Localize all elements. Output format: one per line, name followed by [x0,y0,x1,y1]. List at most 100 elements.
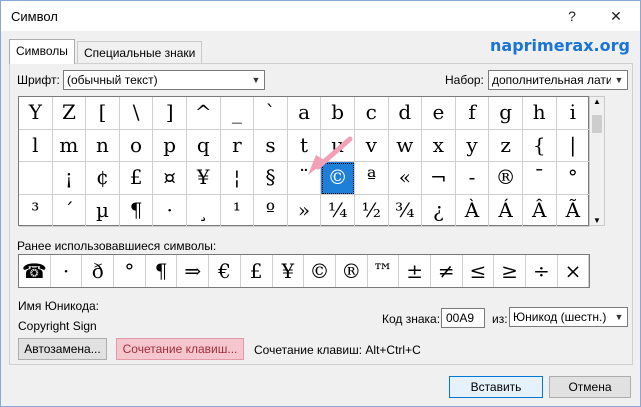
symbol-cell[interactable]: ¾ [388,194,423,227]
recent-symbol-cell[interactable]: ≥ [494,255,526,287]
symbol-cell[interactable]: f [455,97,490,130]
symbol-cell[interactable]: c [354,97,389,130]
symbol-cell[interactable]: ° [556,162,591,195]
symbol-cell[interactable]: ¡ [52,162,87,195]
recent-symbol-cell[interactable]: ☎ [19,255,51,287]
scroll-thumb[interactable] [592,115,602,133]
symbol-cell[interactable]: ½ [354,194,389,227]
symbol-cell[interactable] [19,162,53,195]
symbol-cell[interactable]: v [354,129,389,162]
symbol-cell[interactable]: w [388,129,423,162]
symbol-cell[interactable]: ¹ [220,194,255,227]
recent-symbols-row[interactable]: ☎ · ð ° ¶ ⇒ € £ ¥ © ® ™ ± ≠ ≤ ≥ ÷ × [18,254,590,288]
symbol-cell[interactable]: Z [52,97,87,130]
symbol-cell[interactable]: ¶ [119,194,154,227]
recent-symbol-cell[interactable]: £ [241,255,273,287]
symbol-cell[interactable]: À [455,194,490,227]
symbol-cell[interactable]: ` [254,97,288,130]
symbol-cell[interactable]: a [287,97,322,130]
help-icon[interactable]: ? [557,3,587,29]
symbol-cell[interactable]: ¿ [422,194,456,227]
symbol-cell[interactable]: y [455,129,490,162]
symbol-cell[interactable]: h [522,97,557,130]
recent-symbol-cell[interactable]: ° [114,255,146,287]
symbol-cell[interactable]: ´ [52,194,87,227]
symbol-cell[interactable]: \ [119,97,154,130]
recent-symbol-cell[interactable]: ≠ [431,255,463,287]
grid-scrollbar[interactable]: ▲ ▼ [589,96,605,226]
symbol-cell[interactable]: z [489,129,523,162]
symbol-cell[interactable]: Á [489,194,523,227]
symbol-cell[interactable]: [ [86,97,120,130]
recent-symbol-cell[interactable]: × [558,255,590,287]
tab-special-characters[interactable]: Специальные знаки [77,41,203,64]
autocorrect-button[interactable]: Автозамена... [18,338,107,360]
recent-symbol-cell[interactable]: ⇒ [177,255,210,287]
symbol-cell[interactable]: £ [119,162,154,195]
symbol-cell[interactable]: » [287,194,322,227]
symbol-cell[interactable]: Y [19,97,53,130]
symbol-grid[interactable]: Y Z[\] ^ _ ` a b c d e f g h i l m n o p q r s t u v w x y z{| ¡ ¢ £ ¤ ¥ ¦… [18,96,591,227]
symbol-cell[interactable]: _ [220,97,255,130]
symbol-cell[interactable]: | [556,129,591,162]
tab-symbols[interactable]: Символы [9,39,75,64]
symbol-cell[interactable]: · [153,194,187,227]
recent-symbol-cell[interactable]: · [51,255,83,287]
symbol-cell[interactable]: b [321,97,355,130]
symbol-cell[interactable]: ¼ [321,194,355,227]
symbol-cell[interactable]: { [522,129,557,162]
symbol-cell[interactable]: ª [354,162,389,195]
scroll-down-icon[interactable]: ▼ [593,216,601,225]
symbol-cell[interactable]: o [119,129,154,162]
symbol-cell[interactable]: g [489,97,523,130]
shortcut-key-button[interactable]: Сочетание клавиш... [116,338,244,360]
recent-symbol-cell[interactable]: ™ [368,255,400,287]
symbol-cell[interactable]: ® [489,162,523,195]
symbol-cell[interactable]: s [254,129,288,162]
recent-symbol-cell[interactable]: © [304,255,336,287]
symbol-cell[interactable]: ¬ [422,162,456,195]
symbol-cell[interactable]: ] [153,97,187,130]
recent-symbol-cell[interactable]: ± [399,255,431,287]
close-icon[interactable]: ✕ [601,3,631,29]
recent-symbol-cell[interactable]: ¥ [273,255,305,287]
subset-select[interactable]: дополнительная лати ▼ [488,70,628,90]
symbol-cell[interactable]: l [19,129,53,162]
symbol-cell[interactable]: q [186,129,221,162]
encoding-select[interactable]: Юникод (шестн.) ▼ [509,307,628,327]
symbol-cell[interactable]: ¦ [220,162,255,195]
symbol-cell[interactable]: « [388,162,423,195]
recent-symbol-cell[interactable]: ¶ [146,255,178,287]
insert-button[interactable]: Вставить [449,376,543,398]
recent-symbol-cell[interactable]: ® [336,255,368,287]
cancel-button[interactable]: Отмена [549,376,631,398]
symbol-cell[interactable]: µ [86,194,120,227]
symbol-cell[interactable]: Ã [556,194,591,227]
symbol-cell[interactable]: - [455,162,490,195]
symbol-cell[interactable]: ¢ [86,162,120,195]
symbol-cell[interactable]: m [52,129,87,162]
font-select[interactable]: (обычный текст) ▼ [63,70,265,90]
symbol-cell[interactable]: ³ [19,194,53,227]
symbol-cell[interactable]: ¤ [153,162,187,195]
symbol-cell[interactable]: n [86,129,120,162]
symbol-cell[interactable]: i [556,97,591,130]
recent-symbol-cell[interactable]: ≤ [463,255,495,287]
symbol-cell[interactable]: d [388,97,423,130]
symbol-cell[interactable]: e [422,97,456,130]
scroll-up-icon[interactable]: ▲ [593,97,601,106]
recent-symbol-cell[interactable]: ÷ [526,255,558,287]
symbol-cell[interactable]: º [254,194,288,227]
recent-symbol-cell[interactable]: € [209,255,241,287]
symbol-cell[interactable]: ¯ [522,162,557,195]
symbol-cell[interactable]: Â [522,194,557,227]
symbol-cell[interactable]: p [153,129,187,162]
recent-symbol-cell[interactable]: ð [82,255,115,287]
char-code-input[interactable]: 00A9 [441,308,485,328]
symbol-cell[interactable]: ¥ [186,162,221,195]
symbol-cell[interactable]: r [220,129,255,162]
symbol-cell[interactable]: ¸ [186,194,221,227]
symbol-cell[interactable]: x [422,129,456,162]
symbol-cell[interactable]: § [254,162,288,195]
symbol-cell[interactable]: ^ [186,97,221,130]
